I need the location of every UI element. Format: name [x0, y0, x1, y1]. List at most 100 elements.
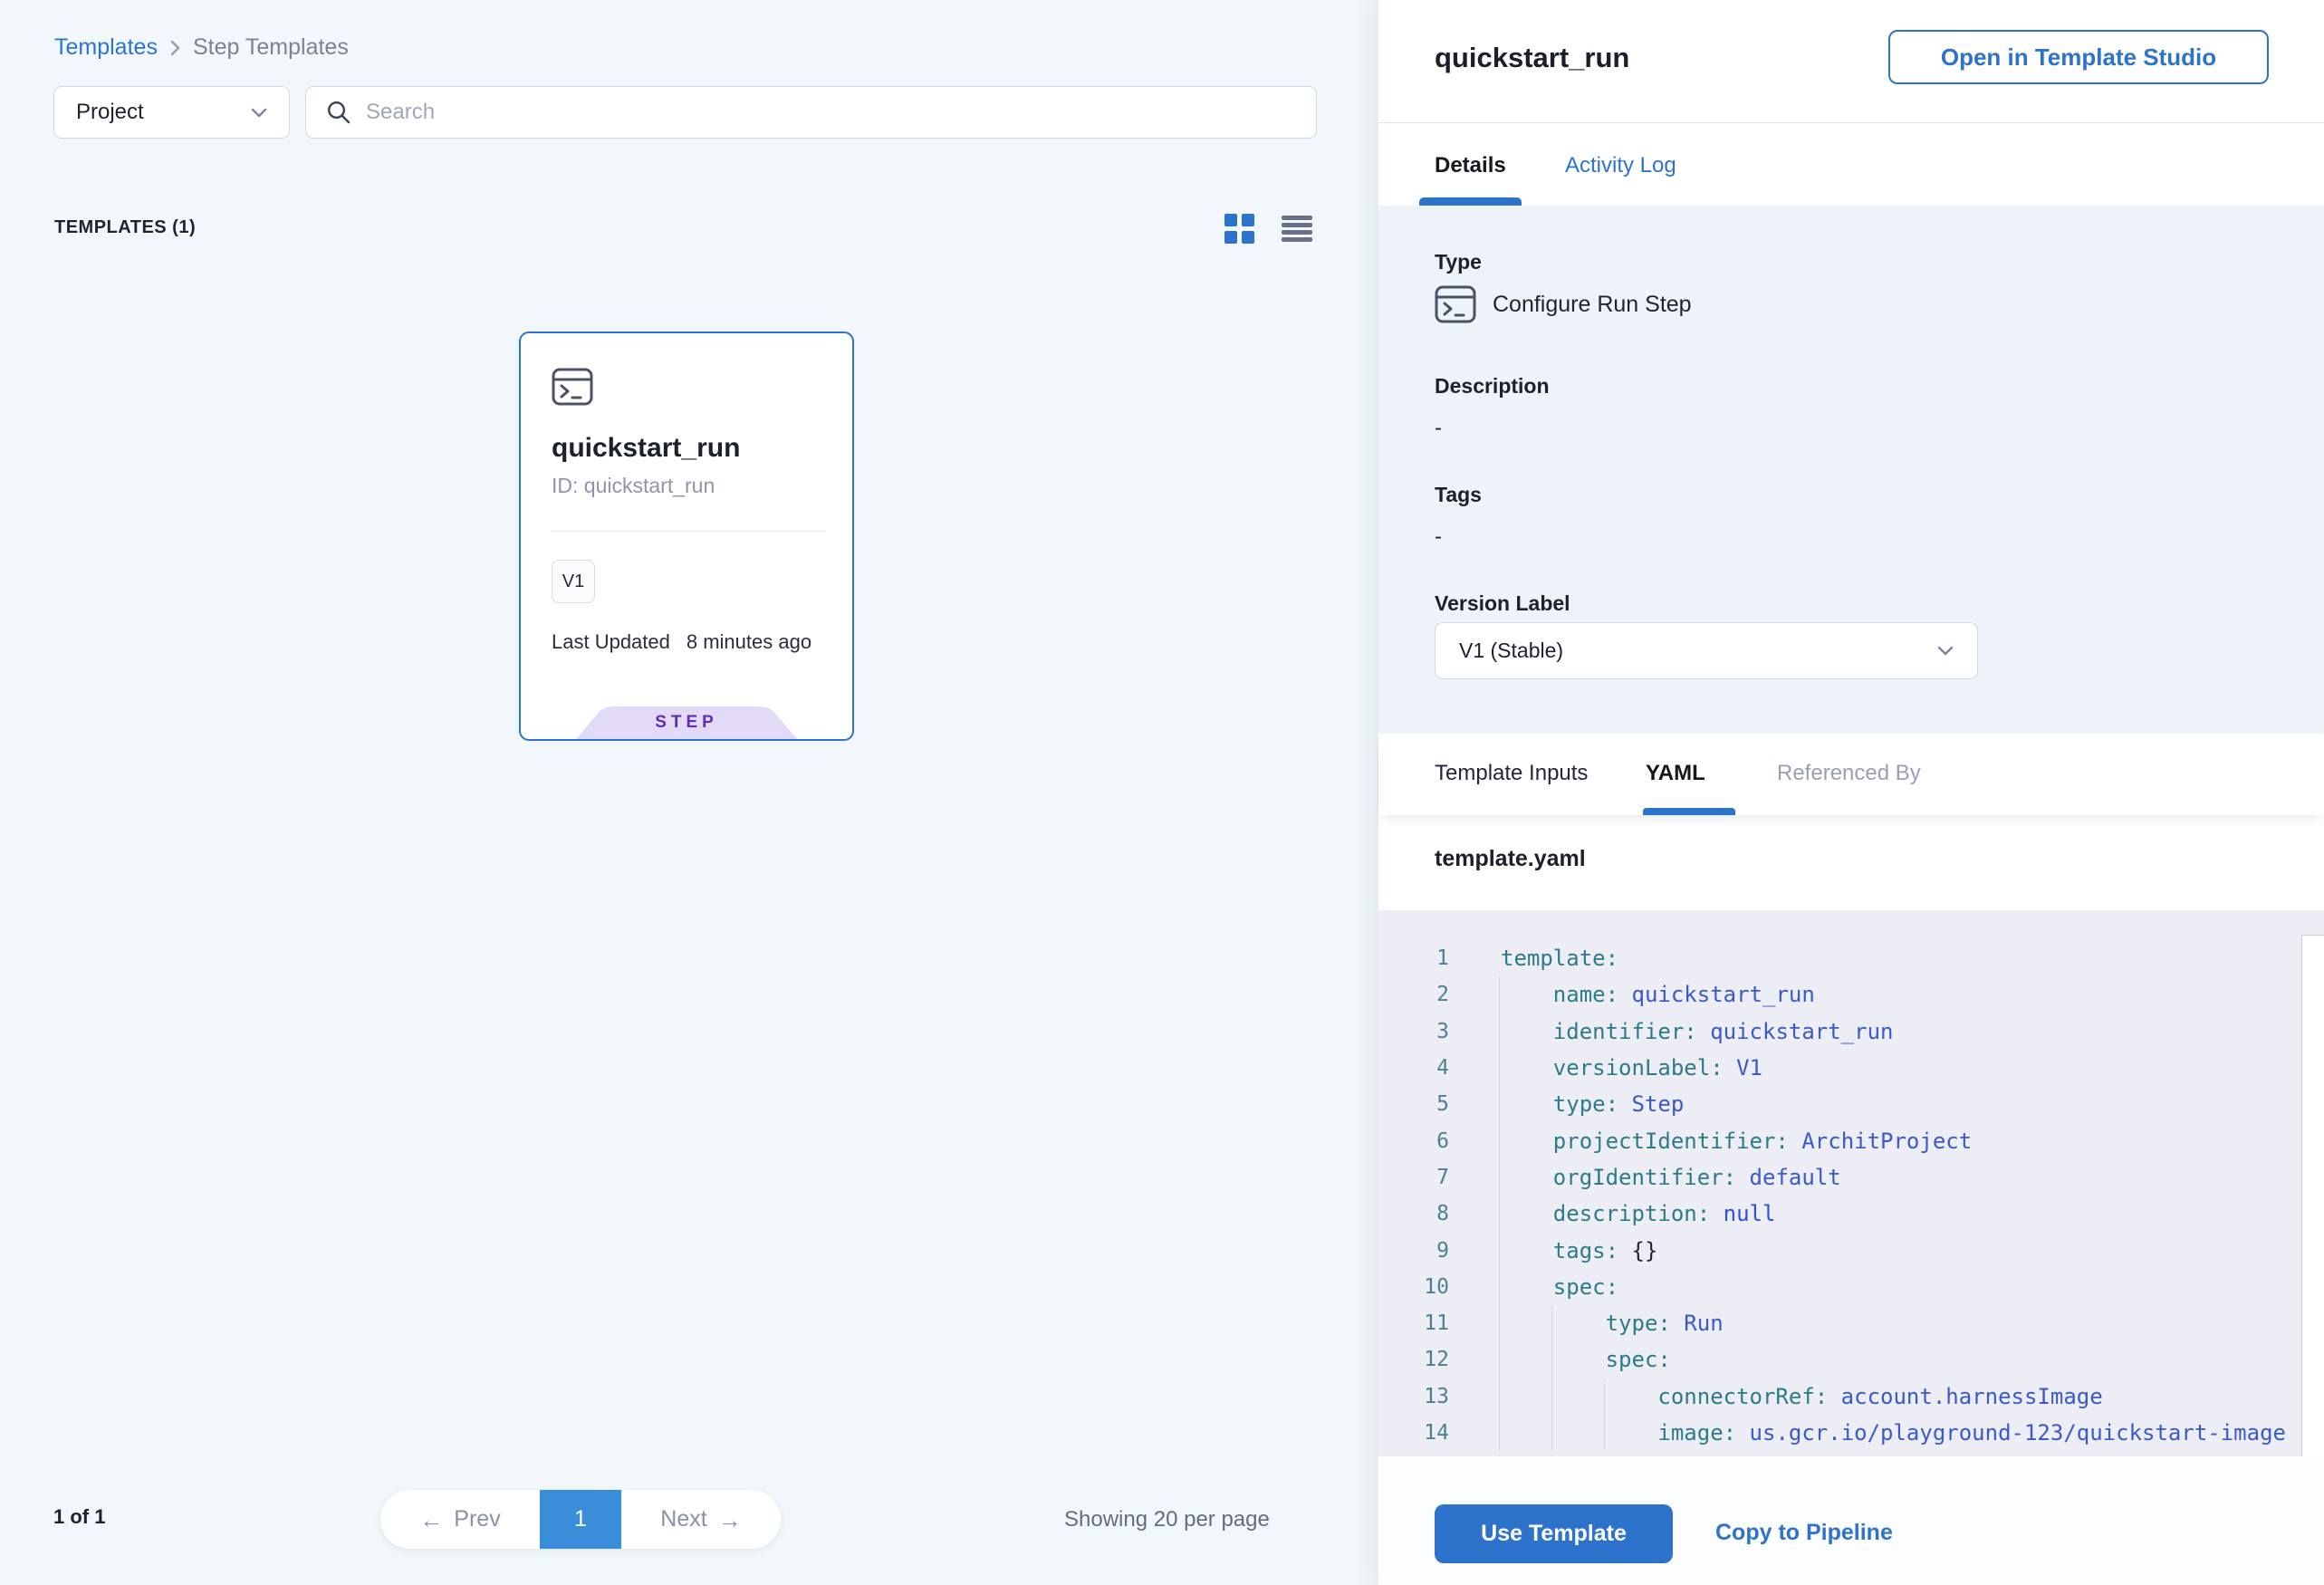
tab-referenced-by[interactable]: Referenced By	[1777, 761, 1921, 786]
details-title: quickstart_run	[1435, 42, 1629, 74]
code-line: 5 type: Step	[1378, 1086, 2324, 1122]
line-number: 8	[1378, 1202, 1449, 1225]
line-number: 1	[1378, 946, 1449, 970]
active-tab-indicator	[1643, 808, 1735, 815]
prev-label: Prev	[454, 1506, 500, 1532]
type-label: Type	[1435, 250, 1482, 274]
templates-count-label: TEMPLATES (1)	[54, 217, 196, 238]
type-value: Configure Run Step	[1493, 292, 1692, 318]
next-label: Next	[660, 1506, 706, 1532]
template-details-panel: quickstart_run Open in Template Studio D…	[1378, 0, 2324, 1585]
code-line: 13 connectorRef: account.harnessImage	[1378, 1378, 2324, 1415]
chevron-down-icon	[251, 108, 267, 118]
scope-select-value: Project	[76, 100, 144, 125]
breadcrumb-current: Step Templates	[193, 34, 349, 61]
template-card[interactable]: quickstart_run ID: quickstart_run V1 Las…	[519, 331, 854, 741]
line-number: 3	[1378, 1020, 1449, 1043]
per-page-label: Showing 20 per page	[1064, 1507, 1270, 1532]
line-number: 10	[1378, 1275, 1449, 1299]
prev-page-button[interactable]: ← Prev	[380, 1490, 540, 1549]
code-text: identifier: quickstart_run	[1501, 1019, 1894, 1044]
yaml-code-editor[interactable]: 1template:2 name: quickstart_run3 identi…	[1378, 910, 2324, 1456]
code-line: 10 spec:	[1378, 1269, 2324, 1305]
breadcrumb-templates-link[interactable]: Templates	[54, 34, 158, 61]
page-1-button[interactable]: 1	[540, 1490, 621, 1549]
code-line: 1 template:	[1378, 940, 2324, 976]
version-dropdown-value: V1 (Stable)	[1459, 639, 1563, 663]
tab-activity-log[interactable]: Activity Log	[1565, 153, 1676, 178]
forward-arrow-icon: →	[718, 1508, 742, 1532]
card-version-badge: V1	[552, 560, 595, 603]
line-number: 7	[1378, 1166, 1449, 1189]
code-text: projectIdentifier: ArchitProject	[1501, 1129, 1972, 1154]
code-line: 4 versionLabel: V1	[1378, 1050, 2324, 1086]
line-number: 9	[1378, 1239, 1449, 1263]
list-view-icon[interactable]	[1282, 214, 1312, 244]
code-line: 12 spec:	[1378, 1341, 2324, 1378]
line-number: 5	[1378, 1092, 1449, 1116]
pagination: ← Prev 1 Next →	[380, 1490, 781, 1549]
code-line: 14 image: us.gcr.io/playground-123/quick…	[1378, 1415, 2324, 1451]
last-updated-label: Last Updated	[552, 630, 670, 654]
card-id: ID: quickstart_run	[552, 474, 715, 498]
code-line: 8 description: null	[1378, 1196, 2324, 1232]
line-number: 14	[1378, 1421, 1449, 1445]
yaml-code-lines: 1template:2 name: quickstart_run3 identi…	[1378, 910, 2324, 1451]
tab-template-inputs[interactable]: Template Inputs	[1435, 761, 1588, 786]
code-line: 11 type: Run	[1378, 1305, 2324, 1341]
search-input[interactable]	[366, 100, 1296, 125]
code-line: 2 name: quickstart_run	[1378, 976, 2324, 1013]
code-text: image: us.gcr.io/playground-123/quicksta…	[1501, 1420, 2286, 1446]
breadcrumb: Templates Step Templates	[54, 34, 349, 61]
version-label: Version Label	[1435, 591, 1570, 616]
details-section: Type Configure Run Step Description - Ta…	[1378, 206, 2324, 734]
app-root: Templates Step Templates Project TEMPLAT…	[0, 0, 2324, 1585]
line-number: 13	[1378, 1385, 1449, 1408]
next-page-button[interactable]: Next →	[621, 1490, 781, 1549]
chevron-down-icon	[1937, 646, 1954, 656]
code-text: template:	[1501, 946, 1618, 971]
tab-yaml[interactable]: YAML	[1646, 761, 1705, 786]
code-text: description: null	[1501, 1201, 1775, 1226]
line-number: 2	[1378, 983, 1449, 1006]
scope-select-dropdown[interactable]: Project	[53, 86, 290, 139]
code-text: connectorRef: account.harnessImage	[1501, 1384, 2103, 1409]
active-tab-indicator	[1419, 197, 1522, 206]
open-template-studio-button[interactable]: Open in Template Studio	[1888, 30, 2269, 84]
card-last-updated: Last Updated 8 minutes ago	[552, 630, 811, 654]
use-template-button[interactable]: Use Template	[1435, 1504, 1673, 1563]
type-value-row: Configure Run Step	[1435, 285, 1692, 323]
line-number: 4	[1378, 1056, 1449, 1080]
description-value: -	[1435, 416, 1442, 441]
line-number: 12	[1378, 1348, 1449, 1371]
yaml-file-name: template.yaml	[1435, 846, 1586, 872]
code-text: type: Run	[1501, 1311, 1724, 1336]
version-dropdown[interactable]: V1 (Stable)	[1435, 622, 1978, 679]
search-input-wrapper	[305, 86, 1317, 139]
yaml-file-header: template.yaml	[1378, 815, 2324, 910]
back-arrow-icon: ←	[419, 1508, 443, 1532]
grid-view-icon[interactable]	[1224, 214, 1254, 244]
line-number: 11	[1378, 1311, 1449, 1335]
details-header: quickstart_run Open in Template Studio	[1378, 0, 2324, 123]
templates-list-pane: Templates Step Templates Project TEMPLAT…	[0, 0, 1378, 1585]
last-updated-value: 8 minutes ago	[687, 630, 811, 654]
card-step-badge: STEP	[576, 706, 797, 739]
card-title: quickstart_run	[552, 433, 740, 464]
terminal-icon	[552, 368, 593, 406]
page-summary: 1 of 1	[53, 1505, 105, 1529]
code-line: 3 identifier: quickstart_run	[1378, 1013, 2324, 1050]
view-toggles	[1224, 214, 1312, 244]
code-text: spec:	[1501, 1347, 1671, 1372]
editor-minimap[interactable]	[2301, 935, 2324, 1456]
card-divider	[552, 531, 825, 532]
copy-to-pipeline-link[interactable]: Copy to Pipeline	[1715, 1520, 1893, 1546]
tab-details[interactable]: Details	[1435, 153, 1506, 178]
details-tab-bar: Details Activity Log	[1378, 124, 2324, 206]
code-text: name: quickstart_run	[1501, 982, 1815, 1007]
code-text: tags: {}	[1501, 1238, 1657, 1263]
terminal-icon	[1435, 285, 1476, 323]
code-text: spec:	[1501, 1274, 1618, 1300]
search-icon	[326, 100, 351, 125]
code-text: type: Step	[1501, 1091, 1684, 1117]
